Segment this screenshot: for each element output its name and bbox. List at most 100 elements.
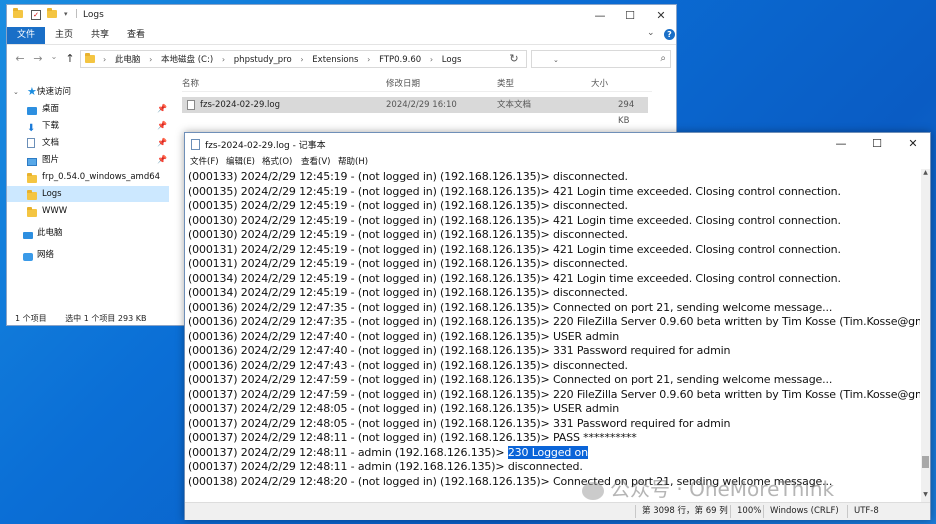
vertical-scrollbar[interactable]: ▲ ▼: [921, 169, 930, 502]
breadcrumb-extensions[interactable]: Extensions: [312, 55, 358, 65]
minimize-button[interactable]: —: [823, 133, 859, 155]
sidebar-item-logs[interactable]: Logs: [7, 186, 169, 202]
column-header-size[interactable]: 大小: [591, 77, 608, 91]
maximize-button[interactable]: ☐: [859, 133, 895, 155]
pin-icon[interactable]: 📌: [157, 135, 167, 151]
text-line: (000136) 2024/2/29 12:47:40 - (not logge…: [188, 329, 620, 343]
close-button[interactable]: ✕: [895, 133, 931, 155]
sidebar-item-label: 快速访问: [37, 87, 72, 97]
text-line: (000131) 2024/2/29 12:45:19 - (not logge…: [188, 257, 628, 270]
menu-view[interactable]: 查看(V): [301, 155, 330, 169]
search-input[interactable]: ⌕: [531, 50, 671, 68]
close-button[interactable]: ✕: [646, 5, 676, 27]
tab-file[interactable]: 文件: [7, 27, 45, 44]
sidebar-item-frp[interactable]: frp_0.54.0_windows_amd64: [7, 169, 169, 185]
menu-bar: 文件(F) 编辑(E) 格式(O) 查看(V) 帮助(H): [185, 155, 930, 169]
address-folder-icon: [85, 53, 95, 66]
pin-icon[interactable]: 📌: [157, 118, 167, 134]
sidebar-item-label: Logs: [42, 189, 62, 199]
column-header-name[interactable]: 名称: [182, 77, 199, 91]
encoding: UTF-8: [854, 506, 879, 516]
refresh-icon[interactable]: ↻: [505, 50, 523, 68]
menu-help[interactable]: 帮助(H): [338, 155, 368, 169]
file-modified: 2024/2/29 16:10: [386, 100, 457, 110]
text-line: (000133) 2024/2/29 12:45:19 - (not logge…: [188, 170, 628, 183]
chevron-right-icon: ›: [149, 55, 153, 64]
star-icon: ★: [27, 85, 37, 98]
chevron-down-icon[interactable]: ⌄: [13, 84, 19, 100]
maximize-button[interactable]: ☐: [615, 5, 645, 27]
tab-share[interactable]: 共享: [91, 27, 109, 44]
sidebar-item-label: WWW: [42, 206, 68, 216]
title-separator: |: [75, 9, 79, 19]
text-line: (000130) 2024/2/29 12:45:19 - (not logge…: [188, 213, 841, 227]
table-row[interactable]: fzs-2024-02-29.log 2024/2/29 16:10 文本文档 …: [182, 97, 648, 126]
breadcrumb-drive-c[interactable]: 本地磁盘 (C:): [161, 55, 213, 65]
text-line: (000137) 2024/2/29 12:47:59 - (not logge…: [188, 373, 833, 386]
sidebar-item-www[interactable]: WWW: [7, 203, 169, 219]
column-header-type[interactable]: 类型: [497, 77, 514, 91]
text-editor[interactable]: (000133) 2024/2/29 12:45:19 - (not logge…: [187, 169, 920, 499]
sidebar-item-documents[interactable]: 文档 📌: [7, 135, 169, 151]
menu-edit[interactable]: 编辑(E): [226, 155, 255, 169]
file-type: 文本文档: [497, 100, 532, 110]
back-icon[interactable]: ←: [13, 52, 27, 65]
minimize-button[interactable]: —: [585, 5, 615, 27]
text-line-prefix: (000137) 2024/2/29 12:48:11 - admin (192…: [188, 445, 508, 459]
menu-file[interactable]: 文件(F): [190, 155, 219, 169]
breadcrumb-logs[interactable]: Logs: [442, 55, 462, 65]
sidebar-item-downloads[interactable]: ⬇ 下载 📌: [7, 118, 169, 134]
sidebar-item-network[interactable]: 网络: [7, 247, 169, 263]
forward-icon[interactable]: →: [31, 52, 45, 65]
breadcrumb-this-pc[interactable]: 此电脑: [115, 55, 141, 65]
scroll-up-icon[interactable]: ▲: [921, 169, 930, 179]
scrollbar-thumb[interactable]: [922, 456, 929, 468]
navigation-bar: ← → ⌄ ↑ › 此电脑 › 本地磁盘 (C:) › phpstudy_pro…: [7, 45, 676, 73]
watermark: 公众号 · OneMoreThink: [582, 473, 834, 503]
menu-format[interactable]: 格式(O): [262, 155, 292, 169]
breadcrumb-ftp[interactable]: FTP0.9.60: [379, 55, 421, 65]
notepad-title: fzs-2024-02-29.log - 记事本: [205, 141, 326, 151]
scroll-down-icon[interactable]: ▼: [921, 491, 930, 501]
up-icon[interactable]: ↑: [63, 52, 77, 65]
text-line: (000136) 2024/2/29 12:47:43 - (not logge…: [188, 358, 628, 372]
watermark-text: 公众号 · OneMoreThink: [610, 477, 835, 501]
folder-icon: [13, 8, 23, 20]
text-line: (000134) 2024/2/29 12:45:19 - (not logge…: [188, 271, 841, 285]
tab-home[interactable]: 主页: [55, 27, 73, 44]
chevron-right-icon: ›: [221, 55, 226, 64]
text-line: (000135) 2024/2/29 12:45:19 - (not logge…: [188, 199, 628, 212]
pin-icon[interactable]: 📌: [157, 152, 167, 168]
help-icon[interactable]: ?: [664, 29, 675, 40]
tab-view[interactable]: 查看: [127, 27, 145, 44]
customize-toolbar-icon[interactable]: ▾: [64, 10, 74, 20]
sidebar-item-desktop[interactable]: 桌面 📌: [7, 101, 169, 117]
notepad-title-bar: fzs-2024-02-29.log - 记事本 — ☐ ✕: [185, 133, 930, 155]
status-divider: [763, 505, 764, 518]
chevron-right-icon: ›: [429, 55, 434, 64]
text-line: (000137) 2024/2/29 12:47:59 - (not logge…: [188, 387, 920, 401]
item-count: 1 个项目: [15, 314, 47, 323]
notepad-icon: [191, 139, 200, 150]
ribbon-expand-icon[interactable]: ⌄: [647, 28, 655, 38]
sidebar-item-quick-access[interactable]: ⌄ ★ 快速访问: [7, 84, 169, 100]
recent-locations-icon[interactable]: ⌄: [47, 52, 61, 61]
properties-icon[interactable]: ✓: [31, 10, 41, 20]
address-bar[interactable]: › 此电脑 › 本地磁盘 (C:) › phpstudy_pro › Exten…: [80, 50, 559, 68]
explorer-title-bar: ✓ ▾ | Logs — ☐ ✕: [7, 5, 676, 27]
pin-icon[interactable]: 📌: [157, 101, 167, 117]
notepad-window: fzs-2024-02-29.log - 记事本 — ☐ ✕ 文件(F) 编辑(…: [184, 132, 931, 520]
text-line: (000136) 2024/2/29 12:47:35 - (not logge…: [188, 300, 833, 314]
new-folder-icon[interactable]: [47, 8, 57, 20]
sidebar-item-pictures[interactable]: 图片 📌: [7, 152, 169, 168]
chevron-right-icon: ›: [367, 55, 371, 64]
sidebar-item-this-pc[interactable]: 此电脑: [7, 225, 169, 241]
breadcrumb-phpstudy[interactable]: phpstudy_pro: [234, 55, 292, 65]
text-line: (000137) 2024/2/29 12:48:05 - (not logge…: [188, 402, 620, 415]
chevron-right-icon: ›: [103, 55, 107, 64]
cursor-position: 第 3098 行，第 69 列: [642, 506, 728, 516]
text-line: (000137) 2024/2/29 12:48:05 - (not logge…: [188, 416, 731, 430]
column-header-modified[interactable]: 修改日期: [386, 77, 420, 91]
sidebar-item-label: 桌面: [42, 104, 60, 114]
sidebar-item-label: 网络: [37, 250, 55, 260]
